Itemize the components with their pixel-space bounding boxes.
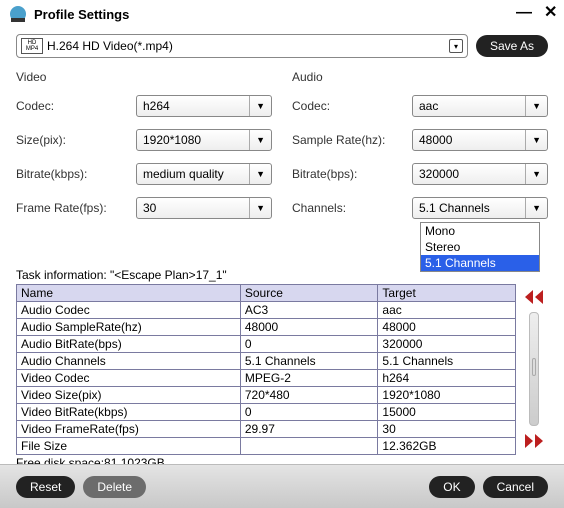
table-cell: Video Codec — [17, 370, 241, 387]
scrollbar[interactable] — [529, 312, 539, 426]
video-title: Video — [16, 70, 272, 84]
table-row: Audio BitRate(bps)0320000 — [17, 336, 516, 353]
task-table: Name Source Target Audio CodecAC3aacAudi… — [16, 284, 516, 455]
audio-bitrate-select[interactable]: 320000▼ — [412, 163, 548, 185]
video-fps-select[interactable]: 30▼ — [136, 197, 272, 219]
channels-dropdown: Mono Stereo 5.1 Channels — [420, 222, 540, 272]
ok-button[interactable]: OK — [429, 476, 474, 498]
table-cell: 5.1 Channels — [240, 353, 378, 370]
table-cell: 320000 — [378, 336, 516, 353]
table-cell: 30 — [378, 421, 516, 438]
format-icon: HDMP4 — [21, 38, 43, 54]
audio-section: Audio Codec:aac▼ Sample Rate(hz):48000▼ … — [292, 64, 548, 230]
table-cell: MPEG-2 — [240, 370, 378, 387]
video-size-label: Size(pix): — [16, 133, 136, 147]
table-cell: Video Size(pix) — [17, 387, 241, 404]
table-cell: 48000 — [240, 319, 378, 336]
chevron-down-icon: ▼ — [249, 96, 265, 116]
window-title: Profile Settings — [34, 7, 516, 22]
table-cell: Video FrameRate(fps) — [17, 421, 241, 438]
audio-sr-label: Sample Rate(hz): — [292, 133, 412, 147]
video-fps-label: Frame Rate(fps): — [16, 201, 136, 215]
audio-bitrate-label: Bitrate(bps): — [292, 167, 412, 181]
video-codec-select[interactable]: h264▼ — [136, 95, 272, 117]
table-row: Video BitRate(kbps)015000 — [17, 404, 516, 421]
table-row: Audio CodecAC3aac — [17, 302, 516, 319]
video-size-select[interactable]: 1920*1080▼ — [136, 129, 272, 151]
table-cell: 5.1 Channels — [378, 353, 516, 370]
chevron-down-icon: ▼ — [249, 198, 265, 218]
audio-title: Audio — [292, 70, 548, 84]
video-bitrate-label: Bitrate(kbps): — [16, 167, 136, 181]
profile-label: H.264 HD Video(*.mp4) — [47, 39, 449, 53]
titlebar: Profile Settings — ✕ — [0, 0, 564, 28]
table-cell: File Size — [17, 438, 241, 455]
table-cell: Audio SampleRate(hz) — [17, 319, 241, 336]
table-cell: 15000 — [378, 404, 516, 421]
table-cell: 1920*1080 — [378, 387, 516, 404]
table-row: Audio SampleRate(hz)4800048000 — [17, 319, 516, 336]
table-cell — [240, 438, 378, 455]
video-codec-label: Codec: — [16, 99, 136, 113]
chevron-down-icon: ▼ — [525, 198, 541, 218]
table-row: Audio Channels5.1 Channels5.1 Channels — [17, 353, 516, 370]
audio-sr-select[interactable]: 48000▼ — [412, 129, 548, 151]
table-row: Video CodecMPEG-2h264 — [17, 370, 516, 387]
close-button[interactable]: ✕ — [544, 8, 556, 20]
chevron-down-icon: ▼ — [249, 130, 265, 150]
channels-option-51[interactable]: 5.1 Channels — [421, 255, 539, 271]
channels-option-stereo[interactable]: Stereo — [421, 239, 539, 255]
table-cell: h264 — [378, 370, 516, 387]
table-row: Video Size(pix)720*4801920*1080 — [17, 387, 516, 404]
chevron-down-icon: ▼ — [525, 164, 541, 184]
chevron-down-icon: ▼ — [525, 130, 541, 150]
table-cell: 0 — [240, 404, 378, 421]
chevron-down-icon: ▼ — [249, 164, 265, 184]
save-as-button[interactable]: Save As — [476, 35, 548, 57]
prev-button[interactable] — [522, 288, 546, 306]
next-button[interactable] — [522, 432, 546, 450]
col-source: Source — [240, 285, 378, 302]
audio-codec-select[interactable]: aac▼ — [412, 95, 548, 117]
table-cell: Video BitRate(kbps) — [17, 404, 241, 421]
col-name: Name — [17, 285, 241, 302]
delete-button[interactable]: Delete — [83, 476, 146, 498]
profile-select[interactable]: HDMP4 H.264 HD Video(*.mp4) ▾ — [16, 34, 468, 58]
table-cell: 0 — [240, 336, 378, 353]
video-bitrate-select[interactable]: medium quality▼ — [136, 163, 272, 185]
table-cell: aac — [378, 302, 516, 319]
channels-option-mono[interactable]: Mono — [421, 223, 539, 239]
table-cell: Audio Codec — [17, 302, 241, 319]
table-cell: 12.362GB — [378, 438, 516, 455]
reset-button[interactable]: Reset — [16, 476, 75, 498]
col-target: Target — [378, 285, 516, 302]
app-icon — [8, 4, 28, 24]
table-cell: Audio BitRate(bps) — [17, 336, 241, 353]
chevron-down-icon[interactable]: ▾ — [449, 39, 463, 53]
table-cell: AC3 — [240, 302, 378, 319]
audio-codec-label: Codec: — [292, 99, 412, 113]
table-cell: 48000 — [378, 319, 516, 336]
table-cell: 720*480 — [240, 387, 378, 404]
table-row: Video FrameRate(fps)29.9730 — [17, 421, 516, 438]
table-cell: Audio Channels — [17, 353, 241, 370]
cancel-button[interactable]: Cancel — [483, 476, 548, 498]
minimize-button[interactable]: — — [516, 8, 528, 20]
table-row: File Size 12.362GB — [17, 438, 516, 455]
audio-ch-label: Channels: — [292, 201, 412, 215]
chevron-down-icon: ▼ — [525, 96, 541, 116]
video-section: Video Codec:h264▼ Size(pix):1920*1080▼ B… — [16, 64, 272, 230]
table-cell: 29.97 — [240, 421, 378, 438]
footer: Reset Delete OK Cancel — [0, 464, 564, 508]
audio-ch-select[interactable]: 5.1 Channels▼ — [412, 197, 548, 219]
